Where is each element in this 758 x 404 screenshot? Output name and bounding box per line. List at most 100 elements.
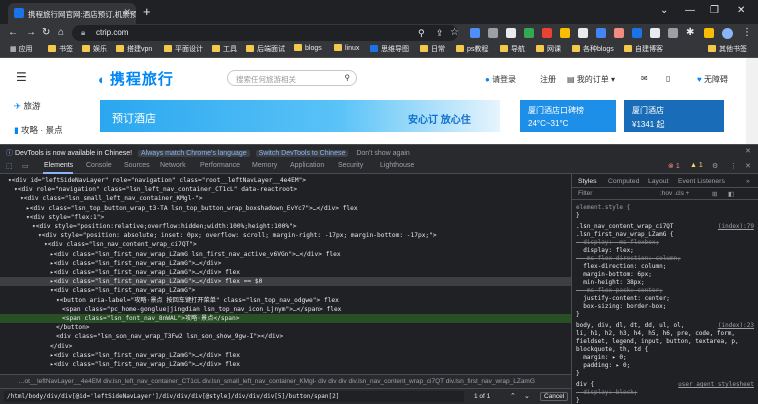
tab-security[interactable]: Security xyxy=(338,162,363,169)
dont-show-again-link[interactable]: Don't show again xyxy=(356,150,409,157)
style-rule-line[interactable]: margin: ▸ 0; xyxy=(576,354,756,362)
style-rule-line[interactable]: element.style { xyxy=(576,204,756,212)
extension-icon[interactable] xyxy=(614,28,624,38)
tab-layout[interactable]: Layout xyxy=(648,178,668,185)
tab-performance[interactable]: Performance xyxy=(200,162,240,169)
bookmark-folder[interactable]: linux xyxy=(334,44,359,52)
style-rule-line[interactable]: } xyxy=(576,311,756,319)
browser-tab[interactable]: 携程旅行网官网:酒店预订,机票预 ✕ xyxy=(8,3,136,24)
dom-node-line[interactable]: ▾<div class="lsn_nav_content_wrap_ci7QT"… xyxy=(0,240,571,249)
style-rule-line[interactable]: blockquote, th, td { xyxy=(576,346,756,354)
bookmark-link[interactable]: 思维导图 xyxy=(370,44,409,54)
tab-application[interactable]: Application xyxy=(290,162,324,169)
new-tab-icon[interactable]: + xyxy=(143,4,151,19)
login-link[interactable]: ● 请登录 xyxy=(485,74,516,85)
avatar[interactable] xyxy=(722,28,733,39)
bookmark-folder[interactable]: 后端面试 xyxy=(246,44,285,54)
close-tab-icon[interactable]: ✕ xyxy=(123,7,131,18)
xpath-search-input[interactable]: /html/body/div/div[@id='leftSideNavLayer… xyxy=(4,391,464,402)
elements-dom-tree[interactable]: ▾<div id="leftSideNavLayer" role="naviga… xyxy=(0,174,571,374)
dom-node-line[interactable]: ▾<div class="lsn_small_left_nav_containe… xyxy=(0,194,571,203)
bookmark-folder[interactable]: blogs xyxy=(294,44,322,52)
toggle-sidebar-icon[interactable]: ◧ xyxy=(728,190,734,198)
extension-icon[interactable] xyxy=(470,28,480,38)
style-rule-line[interactable]: } xyxy=(576,212,756,220)
bookmark-folder[interactable]: 平面设计 xyxy=(164,44,203,54)
tab-event-listeners[interactable]: Event Listeners xyxy=(678,178,725,185)
styles-filter-input[interactable]: Filter :hov .cls + ⊞ ◧ xyxy=(572,188,758,200)
extension-icon[interactable] xyxy=(542,28,552,38)
style-rule-line[interactable]: justify-content: center; xyxy=(576,295,756,303)
stylesheet-source-link[interactable]: (index):23 xyxy=(718,322,754,330)
style-rule-line[interactable]: display: block; xyxy=(576,389,756,397)
bookmark-folder[interactable]: 网课 xyxy=(536,44,561,54)
style-rule-line[interactable]: .lsn_first_nav_wrap_LZamG { xyxy=(576,231,756,239)
tab-styles[interactable]: Styles xyxy=(578,178,597,185)
inspect-element-icon[interactable]: ⬚ xyxy=(6,162,13,170)
ctrip-logo[interactable]: ◐ 携程旅行 xyxy=(98,68,174,89)
dom-node-line[interactable]: </div> xyxy=(0,342,571,351)
dom-node-line[interactable]: ▾<div style="position:relative;overflow:… xyxy=(0,222,571,231)
bookmark-folder[interactable]: 自建博客 xyxy=(624,44,663,54)
sidebar-item-travel[interactable]: ✈ 旅游 xyxy=(14,100,41,112)
switch-chinese-button[interactable]: Switch DevTools to Chinese xyxy=(255,150,349,157)
filter-tools[interactable]: :hov .cls + xyxy=(660,190,689,197)
new-rule-icon[interactable]: ⊞ xyxy=(712,190,717,198)
my-orders-link[interactable]: ▤ 我的订单 ▾ xyxy=(567,74,615,85)
bookmark-star-icon[interactable]: ☆ xyxy=(450,27,459,39)
extension-icon[interactable] xyxy=(506,28,516,38)
hotel-banner[interactable]: 预订酒店 安心订 放心住 xyxy=(100,100,500,132)
dom-node-line[interactable]: ▸<div class="lsn_top_button_wrap_t3-TA l… xyxy=(0,204,571,213)
minimize-icon[interactable]: — xyxy=(685,5,695,16)
style-rule-line[interactable]: display: -ms-flexbox; xyxy=(576,239,756,247)
close-devtools-icon[interactable]: ✕ xyxy=(745,162,751,170)
menu-kebab-icon[interactable]: ⋮ xyxy=(742,27,752,39)
bookmark-folder[interactable]: 娱乐 xyxy=(82,44,107,54)
bookmark-folder[interactable]: ps教程 xyxy=(456,44,488,54)
style-rule-line[interactable]: -ms-flex-pack: center; xyxy=(576,287,756,295)
bookmark-other[interactable]: 其他书签 xyxy=(708,44,747,54)
sidebar-item-guides[interactable]: ▮ 攻略 · 景点 xyxy=(14,124,63,136)
site-search-input[interactable]: 搜索任何旅游相关 ⚲ xyxy=(227,70,357,86)
dom-node-line[interactable]: ▸<div class="lsn_first_nav_wrap_LZamG ls… xyxy=(0,250,571,259)
previous-match-icon[interactable]: ⌃ xyxy=(510,392,516,400)
more-options-icon[interactable]: ⋮ xyxy=(730,162,737,170)
hamburger-menu-icon[interactable]: ☰ xyxy=(16,70,27,84)
style-rule-line[interactable]: display: flex; xyxy=(576,247,756,255)
dom-node-line[interactable]: </button> xyxy=(0,323,571,332)
maximize-icon[interactable]: ❐ xyxy=(710,5,719,16)
style-rule-line[interactable]: padding: ▸ 0; xyxy=(576,362,756,370)
forward-icon[interactable]: → xyxy=(26,27,36,39)
dom-node-line[interactable]: ▾<div style="flex:1"> xyxy=(0,213,571,222)
dom-node-line[interactable]: <span class="pc_home-gonglue|jingdian ls… xyxy=(0,305,571,314)
promo-card-ranking[interactable]: 厦门酒店口碑榜 24°C~31°C xyxy=(520,100,616,132)
close-icon[interactable]: ✕ xyxy=(745,147,751,155)
search-icon[interactable]: ⚲ xyxy=(418,27,425,39)
dom-node-line[interactable]: <span class="lsn_font_nav_8nWAL">攻略·景点</… xyxy=(0,314,571,323)
extension-icon[interactable] xyxy=(704,28,714,38)
tab-sources[interactable]: Sources xyxy=(124,162,150,169)
style-rule-line[interactable]: -ms-flex-direction: column; xyxy=(576,255,756,263)
style-rule-line[interactable]: margin-bottom: 6px; xyxy=(576,271,756,279)
extension-icon[interactable] xyxy=(596,28,606,38)
extension-icon[interactable] xyxy=(524,28,534,38)
tab-console[interactable]: Console xyxy=(86,162,112,169)
bookmark-folder[interactable]: 导航 xyxy=(500,44,525,54)
bookmark-folder[interactable]: 搭建vpn xyxy=(116,44,152,54)
dom-node-line[interactable]: <div class="lsn_son_nav_wrap_T3Fw2 lsn_s… xyxy=(0,332,571,341)
chevron-down-icon[interactable]: ⌄ xyxy=(660,5,668,16)
stylesheet-source-link[interactable]: user agent stylesheet xyxy=(678,381,754,389)
dom-node-line[interactable]: ▾<div id="leftSideNavLayer" role="naviga… xyxy=(0,176,571,185)
extension-icon[interactable] xyxy=(578,28,588,38)
back-icon[interactable]: ← xyxy=(8,27,18,39)
dom-node-line[interactable]: ▾<button aria-label="攻略·景点 按回车键打开菜单" cla… xyxy=(0,296,571,305)
tab-computed[interactable]: Computed xyxy=(608,178,639,185)
dom-node-line[interactable]: ▸<div class="lsn_first_nav_wrap_LZamG">…… xyxy=(0,259,571,268)
dom-node-line[interactable]: ▸<div class="lsn_first_nav_wrap_LZamG">…… xyxy=(0,277,571,287)
style-rule-line[interactable]: flex-direction: column; xyxy=(576,263,756,271)
mobile-icon[interactable]: ▯ xyxy=(666,74,670,83)
register-link[interactable]: 注册 xyxy=(540,74,556,85)
tab-network[interactable]: Network xyxy=(160,162,186,169)
promo-card-hotel[interactable]: 厦门酒店 ¥1341 起 xyxy=(624,100,724,132)
extension-icon[interactable] xyxy=(560,28,570,38)
